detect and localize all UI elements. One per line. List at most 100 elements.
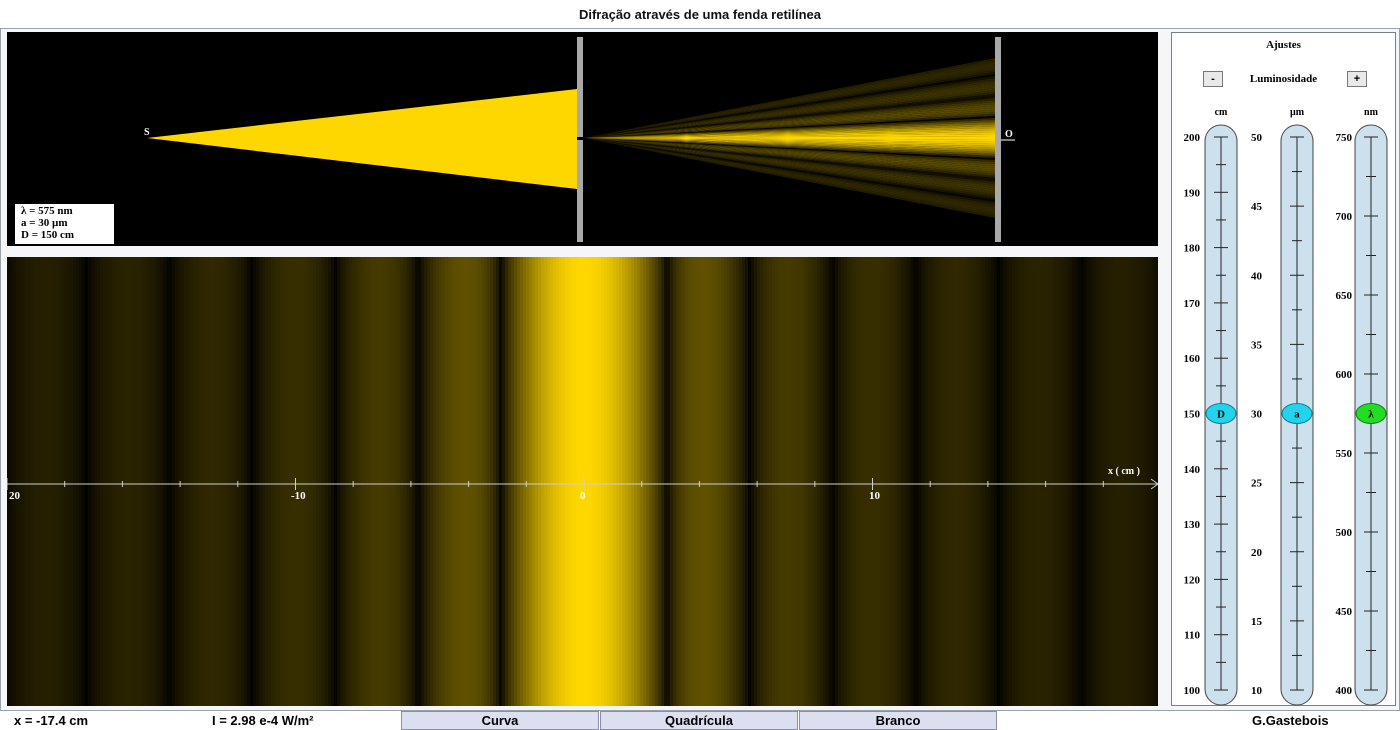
fringe-column [1078,257,1082,706]
fringe-column [508,257,512,706]
fringe-column [991,257,995,706]
slit-width-slider[interactable]: µm a 50 45 40 35 30 25 20 15 10 [1251,107,1314,706]
fringe-column [1123,257,1127,706]
fringe-column [277,257,281,706]
fringe-column [676,257,680,706]
fringe-column [232,257,236,706]
fringe-column [205,257,209,706]
fringe-column [226,257,230,706]
fringe-column [394,257,398,706]
slit-tick-label: 15 [1251,616,1263,628]
fringe-column [556,257,560,706]
fringe-column [61,257,65,706]
slit-tick-label: 40 [1251,270,1263,282]
fringe-column [55,257,59,706]
wavelength-handle[interactable]: λ [1355,403,1387,424]
fringe-column [733,257,737,706]
fringe-column [376,257,380,706]
fringe-column [499,257,503,706]
fringe-column [577,257,581,706]
distance-tick-label: 100 [1184,685,1201,697]
fringe-column [331,257,335,706]
fringe-column [160,257,164,706]
fringe-column [385,257,389,706]
fringe-column [487,257,491,706]
fringe-column [745,257,749,706]
fringe-column [1015,257,1019,706]
white-light-button[interactable]: Branco [799,711,997,730]
fringe-column [943,257,947,706]
fringe-column [616,257,620,706]
fringe-column [535,257,539,706]
fringe-column [142,257,146,706]
fringe-column [457,257,461,706]
distance-slider[interactable]: cm D 200 190 180 170 160 150 140 130 120… [1184,107,1238,706]
fringe-column [646,257,650,706]
fringe-column [658,257,662,706]
wavelength-tick-label: 450 [1336,606,1353,618]
fringe-column [865,257,869,706]
fringe-column [271,257,275,706]
fringe-column [769,257,773,706]
fringe-column [1072,257,1076,706]
fringe-column [955,257,959,706]
slit-width-handle[interactable]: a [1281,403,1313,424]
diffraction-pattern[interactable]: x ( cm ) 20 -10 0 10 [7,257,1158,706]
wavelength-slider[interactable]: nm λ 750 700 650 600 550 500 450 400 [1336,107,1388,706]
fringe-column [919,257,923,706]
wavelength-handle-label: λ [1368,409,1374,421]
fringe-column [49,257,53,706]
fringe-column [412,257,416,706]
fringe-column [997,257,1001,706]
fringe-column [664,257,668,706]
fringe-column [25,257,29,706]
fringe-column [199,257,203,706]
grid-button[interactable]: Quadrícula [600,711,798,730]
fringe-column [427,257,431,706]
fringe-column [337,257,341,706]
fringe-column [364,257,368,706]
fringe-column [811,257,815,706]
fringe-column [43,257,47,706]
fringe-column [112,257,116,706]
fringe-column [313,257,317,706]
fringe-column [925,257,929,706]
fringe-column [805,257,809,706]
fringe-column [601,257,605,706]
curve-button[interactable]: Curva [401,711,599,730]
wavelength-unit-label: nm [1364,107,1379,118]
fringe-column [832,257,836,706]
wavelength-tick-label: 500 [1336,527,1353,539]
fringe-column [1126,257,1130,706]
fringe-column [1069,257,1073,706]
fringe-column [28,257,32,706]
fringe-column [46,257,50,706]
fringe-column [946,257,950,706]
fringe-column [667,257,671,706]
fringe-column [592,257,596,706]
fringe-column [418,257,422,706]
fringe-column [691,257,695,706]
fringe-column [76,257,80,706]
fringe-column [1081,257,1085,706]
distance-handle[interactable]: D [1205,403,1237,424]
fringe-column [127,257,131,706]
fringe-column [1018,257,1022,706]
fringe-column [517,257,521,706]
fringe-column [1039,257,1043,706]
fringe-column [241,257,245,706]
fringe-column [490,257,494,706]
fringe-column [574,257,578,706]
fringe-column [163,257,167,706]
wavelength-value: λ = 575 nm [21,205,73,217]
fringe-column [379,257,383,706]
fringe-column [1111,257,1115,706]
fringe-column [319,257,323,706]
fringe-column [979,257,983,706]
fringe-column [595,257,599,706]
fringe-column [397,257,401,706]
fringe-column [82,257,86,706]
fringe-column [1027,257,1031,706]
fringe-column [256,257,260,706]
fringe-column [58,257,62,706]
